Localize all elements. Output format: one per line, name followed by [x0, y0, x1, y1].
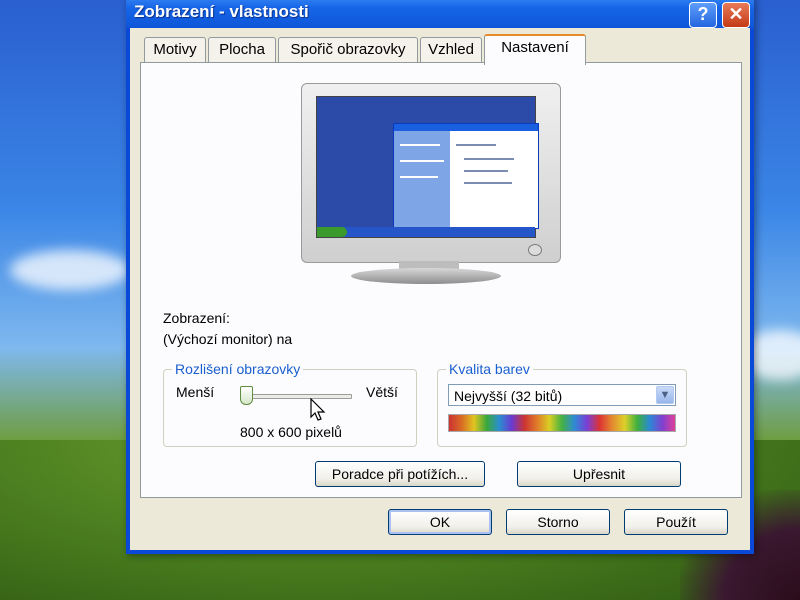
advanced-button[interactable]: Upřesnit [517, 461, 681, 487]
resolution-less-label: Menší [176, 384, 215, 400]
color-quality-group: Kvalita barev Nejvyšší (32 bitů) ▼ [437, 361, 687, 447]
window-title: Zobrazení - vlastnosti [134, 2, 309, 21]
display-properties-window: Zobrazení - vlastnosti ? ✕ Motivy Plocha… [126, 0, 754, 554]
chevron-down-icon[interactable]: ▼ [656, 386, 674, 404]
tab-sporic-obrazovky[interactable]: Spořič obrazovky [278, 37, 418, 62]
troubleshoot-button[interactable]: Poradce při potížích... [315, 461, 485, 487]
ok-button[interactable]: OK [388, 509, 492, 535]
monitor-icon [301, 83, 561, 263]
dialog-client: Motivy Plocha Spořič obrazovky Vzhled Na… [130, 28, 750, 550]
resolution-legend: Rozlišení obrazovky [172, 361, 304, 377]
mouse-pointer-icon [310, 398, 326, 421]
tab-vzhled[interactable]: Vzhled [420, 37, 482, 62]
cancel-button[interactable]: Storno [506, 509, 610, 535]
power-led-icon [528, 244, 542, 256]
display-value: (Výchozí monitor) na [163, 331, 293, 347]
resolution-value: 800 x 600 pixelů [240, 424, 342, 440]
color-spectrum-bar [448, 414, 676, 432]
title-bar[interactable]: Zobrazení - vlastnosti ? ✕ [126, 0, 754, 28]
tab-motivy[interactable]: Motivy [144, 37, 206, 62]
close-button[interactable]: ✕ [722, 2, 750, 28]
settings-panel: Zobrazení: (Výchozí monitor) na Rozlišen… [140, 62, 742, 498]
color-quality-selected: Nejvyšší (32 bitů) [454, 388, 563, 404]
tab-plocha[interactable]: Plocha [208, 37, 276, 62]
monitor-screen-preview [316, 96, 539, 238]
display-label: Zobrazení: [163, 310, 230, 326]
tab-nastaveni[interactable]: Nastavení [484, 34, 586, 65]
color-quality-select[interactable]: Nejvyšší (32 bitů) ▼ [448, 384, 676, 406]
resolution-group: Rozlišení obrazovky Menší Větší 800 x 60… [163, 361, 417, 447]
desktop-cloud [10, 250, 130, 290]
resolution-more-label: Větší [366, 384, 398, 400]
monitor-base [351, 268, 501, 284]
color-quality-legend: Kvalita barev [446, 361, 533, 377]
resolution-slider-track[interactable] [240, 394, 352, 399]
preview-window [393, 123, 539, 229]
apply-button[interactable]: Použít [624, 509, 728, 535]
help-button[interactable]: ? [689, 2, 717, 28]
resolution-slider-thumb[interactable] [240, 386, 253, 405]
